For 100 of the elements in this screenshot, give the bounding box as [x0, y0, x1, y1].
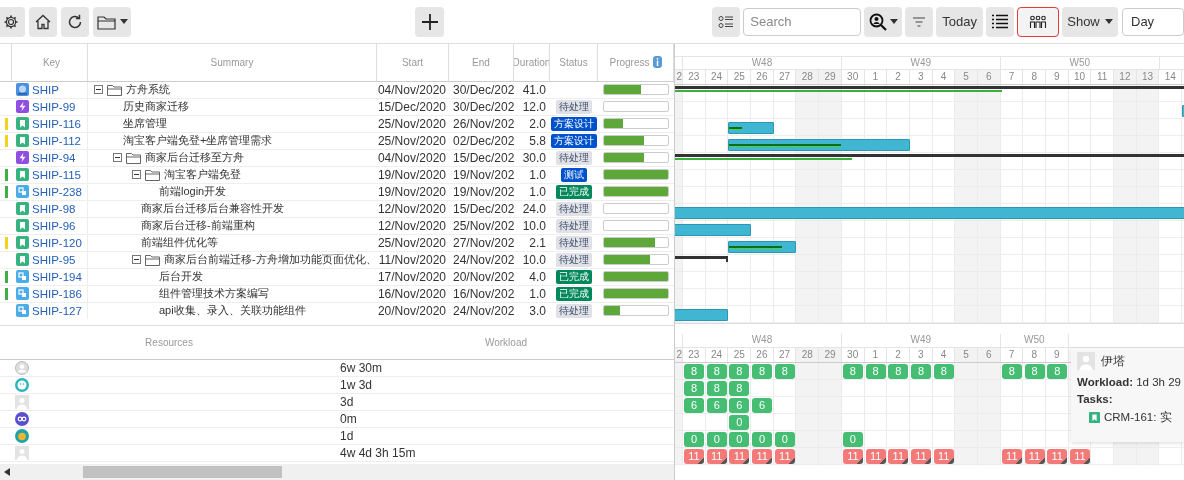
day-label: 26	[751, 348, 774, 362]
task-summary: 前端组件优化等	[141, 235, 218, 251]
workload-cell[interactable]: 8	[729, 364, 750, 379]
workload-cell[interactable]: 11	[752, 449, 773, 464]
workload-cell[interactable]: 11	[933, 449, 954, 464]
issue-key-link[interactable]: SHIP-186	[32, 287, 82, 300]
workload-cell[interactable]: 0	[729, 432, 750, 447]
workload-cell[interactable]: 11	[1024, 449, 1045, 464]
issue-key-link[interactable]: SHIP-120	[32, 236, 82, 249]
week-label: W48	[751, 57, 773, 68]
workload-cell[interactable]: 8	[706, 381, 727, 396]
workload-cell[interactable]: 8	[933, 364, 954, 379]
issue-key-link[interactable]: SHIP-94	[32, 151, 76, 164]
workload-cell[interactable]: 0	[729, 415, 750, 430]
start-date: 25/Nov/2020	[377, 234, 447, 251]
issue-key-link[interactable]: SHIP-96	[32, 219, 76, 232]
issue-key-link[interactable]: SHIP-99	[32, 100, 76, 113]
workload-cell[interactable]: 11	[1069, 449, 1090, 464]
workload-cell[interactable]: 8	[865, 364, 886, 379]
issue-key-link[interactable]: SHIP-194	[32, 270, 82, 283]
workload-cell[interactable]: 8	[752, 364, 773, 379]
workload-cell[interactable]: 11	[1001, 449, 1022, 464]
workload-cell[interactable]: 11	[865, 449, 886, 464]
end-date: 24/Nov/202	[452, 302, 514, 319]
search-field[interactable]: Search	[743, 7, 862, 36]
day-label: 30	[841, 348, 865, 362]
task-summary: 坐席管理	[123, 116, 167, 132]
day-label: 24	[705, 70, 729, 84]
workload-cell[interactable]: 8	[706, 364, 727, 379]
workload-cell[interactable]: 11	[911, 449, 931, 464]
workload-cell[interactable]: 0	[774, 432, 795, 447]
issue-key-link[interactable]: SHIP-127	[32, 304, 82, 317]
workload-cell[interactable]: 11	[888, 449, 909, 464]
workload-cell[interactable]: 11	[1047, 449, 1068, 464]
week-label: W49	[910, 57, 932, 68]
issue-key-link[interactable]: SHIP-98	[32, 202, 76, 215]
start-date: 17/Nov/2020	[377, 268, 447, 285]
today-button[interactable]: Today	[936, 6, 983, 37]
issue-key-link[interactable]: SHIP-112	[32, 134, 81, 147]
workload-cell[interactable]: 0	[684, 432, 704, 447]
workload-cell[interactable]: 8	[1001, 364, 1022, 379]
column-header: Start	[377, 44, 449, 81]
workload-cell[interactable]: 0	[842, 432, 863, 447]
start-date: 04/Nov/2020	[377, 149, 447, 166]
workload-cell[interactable]: 8	[888, 364, 909, 379]
workload-cell[interactable]: 8	[842, 364, 863, 379]
week-label: W48	[751, 334, 773, 345]
duration-value: 2.1	[528, 234, 547, 251]
day-label: 14	[1159, 70, 1183, 84]
workload-cell[interactable]: 11	[684, 449, 704, 464]
workload-cell[interactable]: 6	[752, 398, 773, 413]
issue-key-link[interactable]: SHIP-115	[32, 168, 81, 181]
end-date: 25/Nov/202	[452, 217, 514, 234]
workload-value: 6w 30m	[340, 361, 383, 376]
workload-cell[interactable]: 8	[684, 381, 704, 396]
day-label: 29	[819, 348, 842, 362]
workload-cell[interactable]: 11	[774, 449, 795, 464]
day-label: 26	[751, 70, 774, 84]
day-label: 9	[1046, 70, 1069, 84]
duration-value: 3.0	[528, 302, 547, 319]
task-summary: 商家后台前端迁移-方舟增加功能页面优化、	[164, 252, 377, 268]
status-tag: 已完成	[556, 184, 592, 199]
workload-cell[interactable]: 6	[729, 398, 750, 413]
workload-cell[interactable]: 8	[911, 364, 931, 379]
issue-key-link[interactable]: SHIP-238	[32, 185, 82, 198]
task-summary: 方舟系统	[126, 82, 170, 98]
show-menu-button[interactable]: Show	[1062, 6, 1118, 37]
issue-key-link[interactable]: SHIP	[32, 83, 59, 96]
status-tag: 已完成	[556, 286, 592, 301]
column-header: Resources	[144, 336, 194, 348]
end-date: 16/Nov/202	[452, 285, 514, 302]
day-label: 9	[1046, 348, 1069, 362]
workload-cell[interactable]: 8	[729, 381, 750, 396]
workload-cell[interactable]: 8	[774, 364, 795, 379]
issue-key-link[interactable]: SHIP-116	[32, 117, 81, 130]
workload-cell[interactable]: 8	[1024, 364, 1045, 379]
day-label: 1	[864, 348, 888, 362]
day-label: 23	[683, 70, 706, 84]
task-summary: 商家后台迁移-前端重构	[141, 218, 255, 234]
end-date: 26/Nov/202	[452, 115, 514, 132]
task-summary: 商家后台迁移后台兼容性开发	[141, 201, 284, 217]
tasks-heading: Tasks:	[1077, 393, 1114, 405]
workload-cell[interactable]: 6	[706, 398, 727, 413]
workload-cell[interactable]: 11	[729, 449, 750, 464]
workload-cell[interactable]: 6	[684, 398, 704, 413]
start-date: 25/Nov/2020	[377, 132, 447, 149]
issue-key-link[interactable]: SHIP-95	[32, 253, 76, 266]
day-label: 2	[887, 70, 910, 84]
duration-value: 10.0	[521, 251, 547, 268]
workload-cell[interactable]: 0	[706, 432, 727, 447]
workload-cell[interactable]: 11	[706, 449, 727, 464]
status-tag: 测试	[561, 167, 587, 182]
scale-select[interactable]: Day	[1122, 7, 1184, 36]
workload-cell[interactable]: 11	[842, 449, 863, 464]
task-link[interactable]: CRM-161: 实	[1104, 410, 1172, 425]
start-date: 20/Nov/2020	[377, 302, 447, 319]
end-date: 27/Nov/202	[452, 234, 514, 251]
workload-cell[interactable]: 0	[752, 432, 773, 447]
workload-cell[interactable]: 8	[1047, 364, 1068, 379]
workload-cell[interactable]: 8	[684, 364, 704, 379]
